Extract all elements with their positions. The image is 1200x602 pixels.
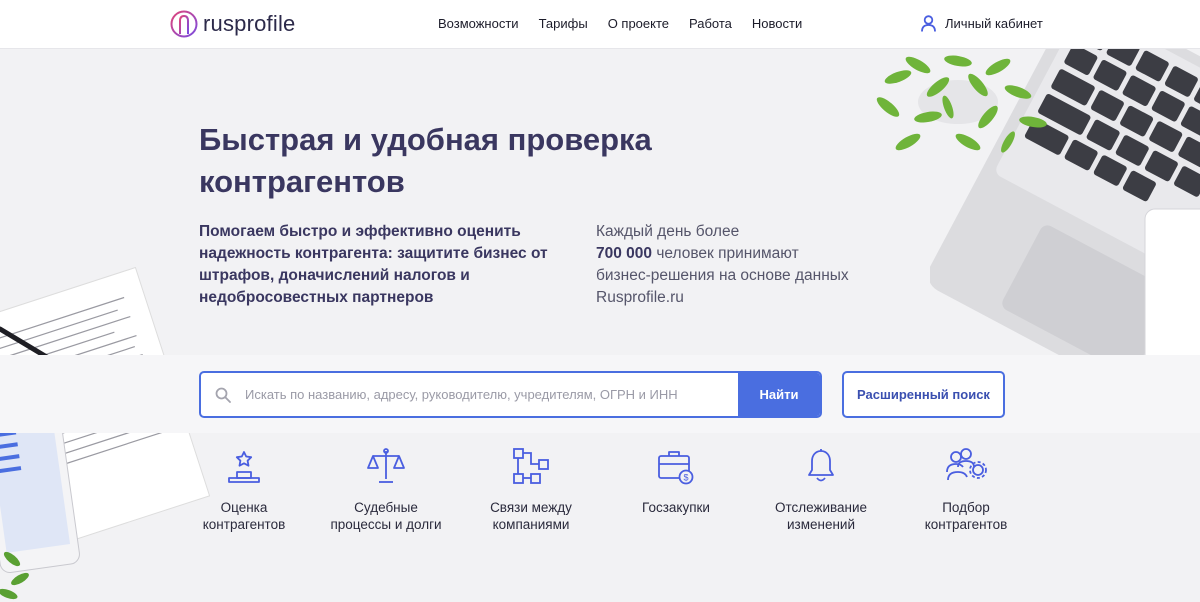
personal-cabinet-link[interactable]: Личный кабинет: [921, 15, 1043, 32]
advanced-search-button[interactable]: Расширенный поиск: [842, 371, 1005, 418]
feature-label: Госзакупки: [642, 500, 710, 515]
svg-text:$: $: [683, 473, 688, 483]
site-header: rusprofile Возможности Тарифы О проекте …: [0, 0, 1200, 49]
hero-stats: Каждый день более 700 000 человек приним…: [596, 221, 856, 309]
plant-image: [876, 55, 1047, 153]
users-gear-icon: [946, 448, 987, 481]
main-nav: Возможности Тарифы О проекте Работа Ново…: [438, 16, 822, 32]
search-form: Найти: [199, 371, 822, 418]
nav-item-vozmozhnosti[interactable]: Возможности: [438, 16, 519, 32]
stats-prefix: Каждый день более: [596, 223, 740, 240]
feature-item-tracking[interactable]: Отслеживание изменений: [751, 446, 891, 533]
logo-text: rusprofile: [203, 11, 296, 36]
feature-item-rating[interactable]: Оценка контрагентов: [174, 446, 314, 533]
feature-label: Подбор контрагентов: [924, 500, 1008, 532]
feature-item-procurement[interactable]: $ Госзакупки: [606, 446, 746, 516]
feature-item-courts[interactable]: Судебные процессы и долги: [316, 446, 456, 533]
cabinet-label: Личный кабинет: [945, 16, 1043, 31]
feature-label: Оценка контрагентов: [202, 500, 286, 532]
feature-item-connections[interactable]: Связи между компаниями: [461, 446, 601, 533]
feature-item-selection[interactable]: Подбор контрагентов: [896, 446, 1036, 533]
hero-description: Помогаем быстро и эффективно оценить над…: [199, 223, 548, 306]
search-input[interactable]: [245, 387, 738, 402]
search-button[interactable]: Найти: [738, 373, 820, 416]
network-icon: [513, 448, 549, 484]
scales-icon: [367, 448, 405, 483]
logo[interactable]: rusprofile: [170, 9, 295, 39]
logo-icon: [170, 10, 198, 38]
feature-label: Связи между компаниями: [490, 500, 572, 532]
hero-section: Быстрая и удобная проверка контрагентов …: [0, 49, 1200, 602]
podium-star-icon: [228, 451, 260, 483]
briefcase-dollar-icon: $: [658, 451, 694, 485]
nav-item-novosti[interactable]: Новости: [752, 16, 802, 32]
feature-label: Отслеживание изменений: [774, 500, 868, 532]
page-title: Быстрая и удобная проверка контрагентов: [199, 122, 652, 199]
nav-item-rabota[interactable]: Работа: [689, 16, 732, 32]
bell-icon: [808, 449, 834, 482]
stats-number: 700 000: [596, 245, 653, 262]
nav-item-tarify[interactable]: Тарифы: [539, 16, 588, 32]
user-icon: [921, 15, 936, 32]
features-list: Оценка контрагентов Судебные процессы и …: [174, 446, 1044, 546]
plant-leaves-image: [0, 551, 29, 600]
nav-item-o-proekte[interactable]: О проекте: [608, 16, 669, 32]
feature-label: Судебные процессы и долги: [330, 500, 442, 532]
search-icon: [201, 387, 245, 403]
